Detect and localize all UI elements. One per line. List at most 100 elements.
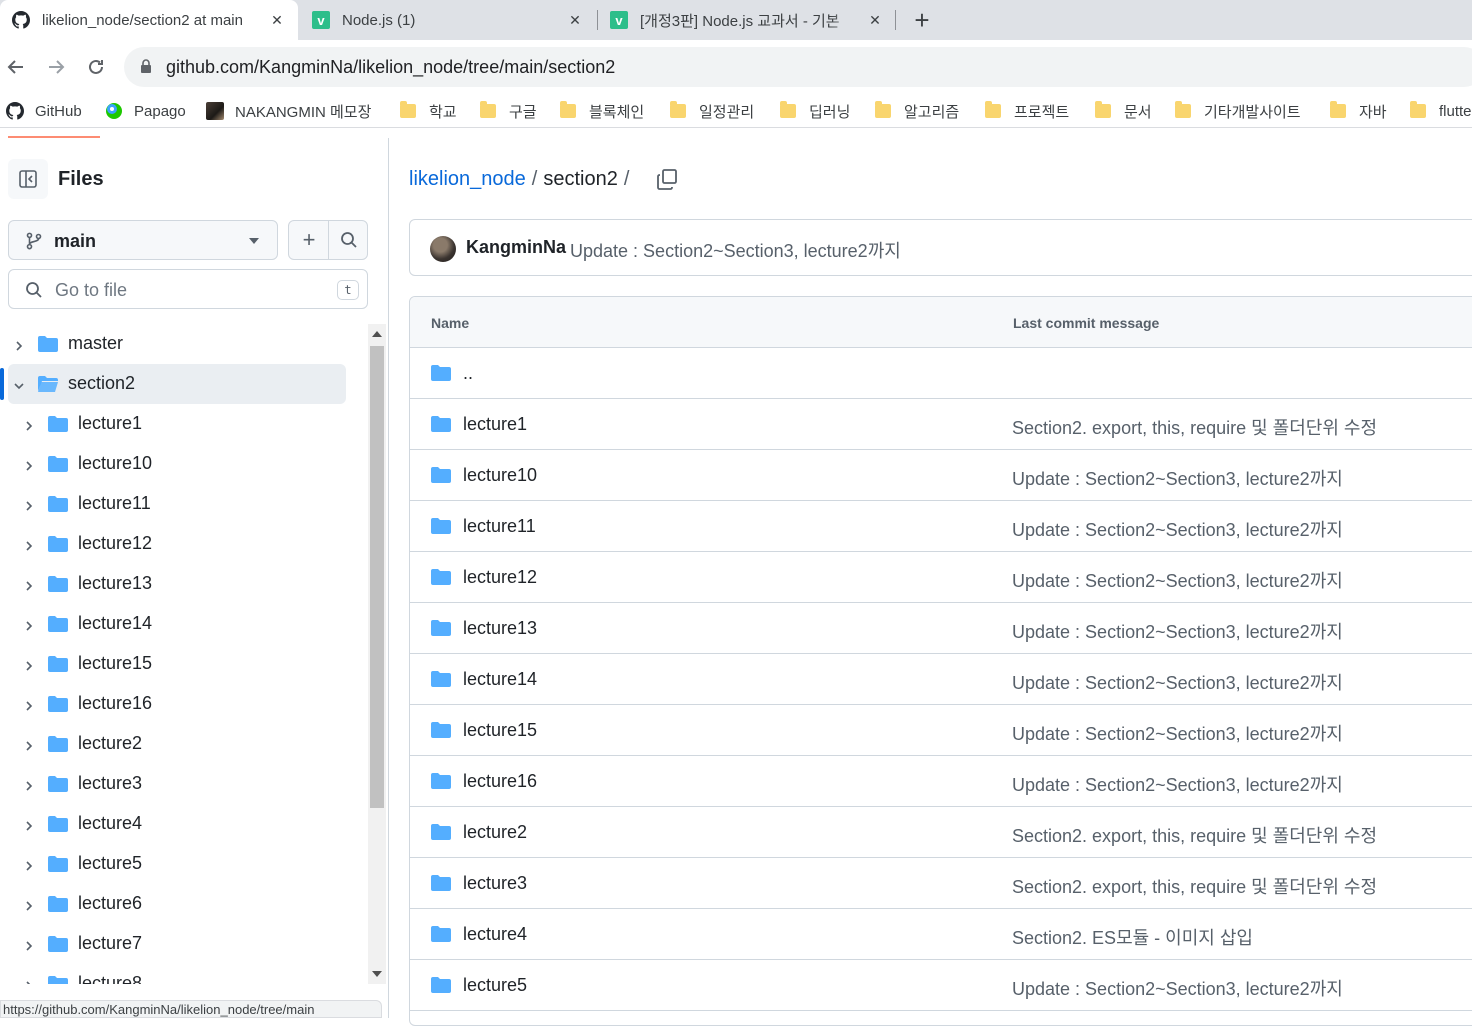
table-row[interactable]: lecture14 Update : Section2~Section3, lec… [410, 654, 1472, 705]
bookmark-folder[interactable]: 학교 [400, 100, 457, 122]
tree-item[interactable]: lecture12 [0, 524, 366, 564]
chevron-right-icon[interactable] [22, 977, 36, 984]
chevron-right-icon[interactable] [22, 577, 36, 591]
search-button[interactable] [329, 221, 369, 259]
tree-item[interactable]: lecture16 [0, 684, 366, 724]
bookmark-folder[interactable]: flutter [1410, 100, 1472, 122]
table-row[interactable]: lecture16 Update : Section2~Section3, lec… [410, 756, 1472, 807]
new-tab-button[interactable]: + [908, 5, 936, 35]
tree-item[interactable]: lecture7 [0, 924, 366, 964]
chevron-right-icon[interactable] [22, 497, 36, 511]
file-name-link[interactable]: lecture11 [463, 516, 536, 537]
chevron-right-icon[interactable] [22, 537, 36, 551]
tree-item[interactable]: master [0, 324, 366, 364]
commit-message-link[interactable]: Section2. ES모듈 - 이미지 삽입 [1012, 924, 1253, 950]
browser-tab-github[interactable]: likelion_node/section2 at main ✕ [0, 0, 298, 40]
commit-message-link[interactable]: Update : Section2~Section3, lecture2까지 [1012, 771, 1343, 797]
avatar[interactable] [430, 236, 456, 262]
commit-message-link[interactable]: Update : Section2~Section3, lecture2까지 [1012, 465, 1343, 491]
table-row[interactable]: lecture5 Update : Section2~Section3, lect… [410, 960, 1472, 1011]
table-row[interactable]: lecture12 Update : Section2~Section3, lec… [410, 552, 1472, 603]
forward-button[interactable] [42, 53, 70, 81]
scroll-up-icon[interactable] [372, 331, 382, 337]
bookmark-folder[interactable]: 블록체인 [560, 100, 644, 122]
bookmark-folder[interactable]: 프로젝트 [985, 100, 1069, 122]
chevron-right-icon[interactable] [22, 457, 36, 471]
chevron-right-icon[interactable] [22, 937, 36, 951]
browser-tab-nodejs[interactable]: v Node.js (1) ✕ [300, 0, 596, 40]
table-row[interactable]: lecture1 Section2. export, this, require … [410, 399, 1472, 450]
commit-message-link[interactable]: Update : Section2~Section3, lecture2까지 [1012, 975, 1343, 1001]
file-name-link[interactable]: lecture13 [463, 618, 537, 639]
chevron-right-icon[interactable] [22, 777, 36, 791]
chevron-right-icon[interactable] [22, 697, 36, 711]
tree-item[interactable]: lecture8 [0, 964, 366, 984]
file-name-link[interactable]: lecture14 [463, 669, 537, 690]
commit-message-link[interactable]: Update : Section2~Section3, lecture2까지 [1012, 516, 1343, 542]
commit-message-link[interactable]: Update : Section2~Section3, lecture2까지 [1012, 669, 1343, 695]
tree-item[interactable]: lecture4 [0, 804, 366, 844]
bookmark-folder[interactable]: 문서 [1095, 100, 1152, 122]
browser-tab-nodejs-book[interactable]: v [개정3판] Node.js 교과서 - 기본 ✕ [598, 0, 896, 40]
close-icon[interactable]: ✕ [564, 9, 586, 31]
tree-item[interactable]: lecture6 [0, 884, 366, 924]
file-name-link[interactable]: lecture1 [463, 414, 527, 435]
tree-item[interactable]: lecture10 [0, 444, 366, 484]
collapse-sidebar-button[interactable] [8, 159, 48, 199]
tree-item[interactable]: section2 [8, 364, 346, 404]
go-to-file-input[interactable]: Go to file t [8, 269, 368, 309]
file-name-link[interactable]: lecture15 [463, 720, 537, 741]
reload-button[interactable] [82, 53, 110, 81]
tree-item[interactable]: lecture11 [0, 484, 366, 524]
tree-item[interactable]: lecture3 [0, 764, 366, 804]
chevron-right-icon[interactable] [22, 897, 36, 911]
tree-item[interactable]: lecture1 [0, 404, 366, 444]
bookmark-folder[interactable]: 기타개발사이트 [1175, 100, 1301, 122]
commit-message-link[interactable]: Update : Section2~Section3, lecture2까지 [1012, 567, 1343, 593]
address-bar[interactable]: github.com/KangminNa/likelion_node/tree/… [124, 47, 1472, 87]
commit-message-link[interactable]: Update : Section2~Section3, lecture2까지 [1012, 618, 1343, 644]
commit-author[interactable]: KangminNa [466, 237, 566, 258]
file-name-link[interactable]: lecture12 [463, 567, 537, 588]
table-row[interactable]: lecture15 Update : Section2~Section3, lec… [410, 705, 1472, 756]
tree-item[interactable]: lecture15 [0, 644, 366, 684]
table-row[interactable]: .. [410, 348, 1472, 399]
commit-message-link[interactable]: Section2. export, this, require 및 폴더단위 수… [1012, 414, 1377, 440]
bookmark-folder[interactable]: 알고리즘 [875, 100, 959, 122]
commit-message-link[interactable]: Section2. export, this, require 및 폴더단위 수… [1012, 873, 1377, 899]
scroll-down-icon[interactable] [372, 971, 382, 977]
tree-item[interactable]: lecture14 [0, 604, 366, 644]
bookmark-folder[interactable]: 구글 [480, 100, 537, 122]
table-row[interactable]: lecture3 Section2. export, this, require … [410, 858, 1472, 909]
tree-item[interactable]: lecture13 [0, 564, 366, 604]
file-name-link[interactable]: lecture4 [463, 924, 527, 945]
commit-message-link[interactable]: Section2. export, this, require 및 폴더단위 수… [1012, 822, 1377, 848]
file-name-link[interactable]: lecture3 [463, 873, 527, 894]
bookmark-memo[interactable]: NAKANGMIN 메모장 [206, 100, 371, 122]
file-name-link[interactable]: lecture16 [463, 771, 537, 792]
close-icon[interactable]: ✕ [266, 9, 288, 31]
breadcrumb-repo-link[interactable]: likelion_node [409, 168, 526, 191]
chevron-right-icon[interactable] [22, 857, 36, 871]
tree-scrollbar[interactable] [368, 324, 386, 984]
close-icon[interactable]: ✕ [864, 9, 886, 31]
copy-path-button[interactable] [655, 167, 679, 191]
table-row[interactable]: lecture11 Update : Section2~Section3, lec… [410, 501, 1472, 552]
table-row[interactable]: lecture10 Update : Section2~Section3, lec… [410, 450, 1472, 501]
file-name-link[interactable]: lecture2 [463, 822, 527, 843]
table-row[interactable]: lecture4 Section2. ES모듈 - 이미지 삽입 [410, 909, 1472, 960]
tree-item[interactable]: lecture5 [0, 844, 366, 884]
chevron-right-icon[interactable] [22, 417, 36, 431]
bookmark-folder[interactable]: 자바 [1330, 100, 1387, 122]
commit-message[interactable]: Update : Section2~Section3, lecture2까지 [570, 237, 901, 263]
branch-selector[interactable]: main [8, 220, 278, 260]
bookmark-papago[interactable]: Papago [105, 100, 186, 122]
tree-item[interactable]: lecture2 [0, 724, 366, 764]
file-name-link[interactable]: lecture10 [463, 465, 537, 486]
table-row[interactable]: lecture2 Section2. export, this, require … [410, 807, 1472, 858]
chevron-right-icon[interactable] [22, 657, 36, 671]
bookmark-folder[interactable]: 일정관리 [670, 100, 754, 122]
chevron-right-icon[interactable] [12, 337, 26, 351]
table-row[interactable]: lecture13 Update : Section2~Section3, lec… [410, 603, 1472, 654]
chevron-right-icon[interactable] [22, 617, 36, 631]
